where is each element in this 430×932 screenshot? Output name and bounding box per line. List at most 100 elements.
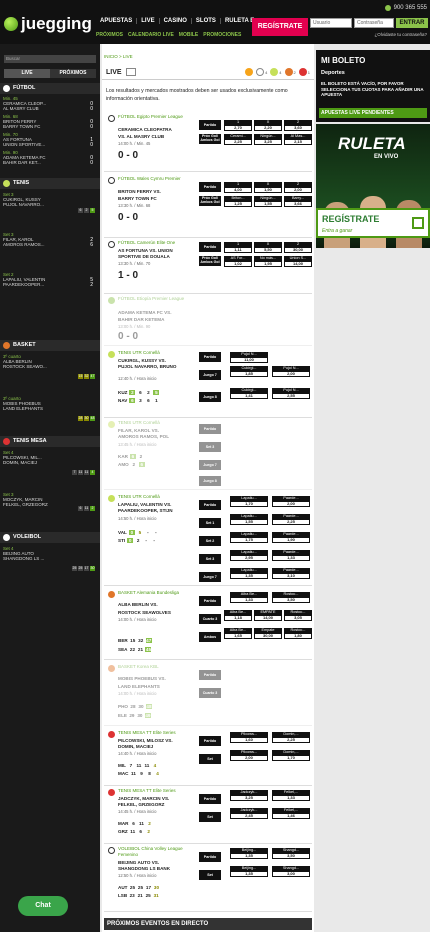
- event-card[interactable]: FÚTBOL Egipto Premier League CERAMICA CL…: [104, 114, 312, 172]
- odds-1[interactable]: 1 2,70: [224, 120, 252, 131]
- disclaimer: Los resultados y mercados mostrados debe…: [106, 88, 288, 102]
- event-card[interactable]: FÚTBOL Camerún Elite One AS FORTUNA VS. …: [104, 240, 312, 294]
- sidebar-section-tenis-mesa[interactable]: TENIS MESA: [0, 436, 100, 447]
- logo[interactable]: juegging: [4, 14, 92, 34]
- nav-casino[interactable]: CASINO: [160, 18, 192, 24]
- username-input[interactable]: Usuario: [310, 18, 352, 28]
- subnav-calendario[interactable]: CALENDARIO LIVE: [128, 32, 174, 38]
- score-row: MAC 11 9 8 4: [118, 771, 159, 776]
- ball-icon: [4, 17, 18, 31]
- score-row: AMO 2 6: [118, 462, 145, 467]
- sidebar-event[interactable]: Set 2 LAPALIU, VALENTIN PAARDEKOOPER... 5 2: [3, 272, 97, 296]
- score-row: VAL 0 5- -: [118, 530, 157, 535]
- page-title: LIVE: [106, 69, 122, 76]
- odds-cell[interactable]: Al Mas... 2,15: [284, 134, 312, 145]
- ping-pong-icon: [108, 731, 115, 738]
- football-icon: [108, 297, 115, 304]
- search-input[interactable]: Buscar: [4, 55, 96, 63]
- event-card[interactable]: TENIS UTR Cornellà FILAR, KAROL VS. AMOR…: [104, 420, 312, 490]
- score-row: KUZ 2 6 2 5: [118, 390, 160, 395]
- score-row: MAR 6 11 2: [118, 821, 151, 826]
- subnav-proximos[interactable]: PRÓXIMOS: [96, 32, 123, 38]
- bet-slip-tab[interactable]: Deportes: [321, 70, 345, 76]
- sidebar-section-voleibol[interactable]: VOLEIBOL: [0, 532, 100, 543]
- ping-pong-icon: [3, 438, 10, 445]
- sidebar-section-futbol[interactable]: FÚTBOL: [0, 83, 100, 94]
- sidebar-event[interactable]: Min. 68 BRITON FERRY BARRY TOWN FC 0 0: [3, 114, 97, 130]
- score-row: AUT 25 25 17 30: [118, 885, 160, 890]
- score-row: STI 0 2- -: [118, 538, 155, 543]
- sidebar-event[interactable]: Set 3 CUKIRGL, KUSSY PUJOL NAVARRO... 6 2 5: [3, 192, 97, 216]
- nav-slots[interactable]: SLOTS: [192, 18, 221, 24]
- nav-apuestas[interactable]: APUESTAS: [96, 18, 138, 24]
- table-tennis-filter-icon[interactable]: [298, 68, 307, 76]
- odds-cell[interactable]: Ningún... 3,25: [254, 134, 282, 145]
- score-row: PHO 28 30 48: [118, 704, 152, 709]
- sidebar-event[interactable]: Min. 45 CERAMICA CLEOP... AL MASRY CLUB 0 0: [3, 96, 97, 112]
- chat-button[interactable]: Chat: [18, 896, 68, 916]
- sidebar-event[interactable]: Set 4 BEIJING AUTO SHANGDONG LS ... 25 25 17 3…: [3, 546, 97, 576]
- subnav-mobile[interactable]: MOBILE: [179, 32, 198, 38]
- event-card[interactable]: TENIS MESA TT Elite Series JADCZYK, MARC…: [104, 788, 312, 844]
- score-row: LSB 23 21 25 31: [118, 893, 159, 898]
- football-filter-icon[interactable]: [256, 68, 265, 76]
- sidebar-event[interactable]: 3º cuarto ALBA BERLIN ROSTOCK SEAWO... 15 32…: [3, 354, 97, 380]
- score-row: KAR 6 2: [118, 454, 143, 459]
- live-content: INICIO > LIVE LIVE 4 4 2 1 Los resultado…: [102, 44, 314, 932]
- ping-pong-icon: [108, 789, 115, 796]
- login-button[interactable]: ENTRAR: [396, 18, 428, 28]
- bet-slip: MI BOLETO Deportes EL BOLETO ESTÁ VACÍO,…: [316, 50, 430, 122]
- star-icon[interactable]: [245, 68, 254, 76]
- event-card[interactable]: FÚTBOL Wales Cymru Premier BRITON FERRY …: [104, 176, 312, 238]
- tab-live[interactable]: LIVE: [4, 69, 50, 78]
- sidebar-event[interactable]: Min. 70 AS FORTUNA UNION SPORTIVE... 1 0: [3, 132, 97, 148]
- tennis-ball-icon: [108, 421, 115, 428]
- live-header: LIVE 4 4 2 1: [102, 66, 314, 80]
- pending-bets[interactable]: APUESTAS LIVE PENDIENTES: [319, 108, 427, 118]
- subnav-promociones[interactable]: PROMOCIONES: [203, 32, 241, 38]
- odds-x[interactable]: X 2,20: [254, 120, 282, 131]
- tennis-ball-icon: [108, 351, 115, 358]
- basketball-icon: [108, 591, 115, 598]
- breadcrumb[interactable]: INICIO > LIVE: [104, 54, 133, 59]
- forgot-password-link[interactable]: ¿Olvidaste tu contraseña?: [374, 32, 427, 37]
- event-card[interactable]: TENIS UTR Cornellà LAPALIU, VALENTIN VS.…: [104, 494, 312, 586]
- volleyball-icon: [3, 534, 10, 541]
- volleyball-icon: [108, 847, 115, 854]
- odds-cell[interactable]: Cerami... 2,25: [224, 134, 252, 145]
- event-card[interactable]: TENIS UTR Cornellà CUKIRGL, KUSSY VS. PU…: [104, 350, 312, 418]
- tv-icon[interactable]: [126, 68, 136, 76]
- sidebar-event[interactable]: Min. 90 ADAMA KETEMA FC BAHIR DAR KET... 0 0: [3, 150, 97, 166]
- football-icon: [108, 115, 115, 122]
- nav-live[interactable]: LIVE: [137, 18, 160, 24]
- basketball-icon: [108, 665, 115, 672]
- upcoming-header: PRÓXIMOS EVENTOS EN DIRECTO: [104, 918, 312, 930]
- event-card[interactable]: BASKET Korea KBL MOBIS PHOEBUS VS. LAND …: [104, 664, 312, 726]
- event-card[interactable]: FÚTBOL Etiopía Premier League ADAMA KETE…: [104, 296, 312, 346]
- sidebar-section-basket[interactable]: BASKET: [0, 340, 100, 351]
- event-card[interactable]: BASKET Alemania Bundesliga ALBA BERLIN V…: [104, 590, 312, 660]
- sidebar-event[interactable]: 3º cuarto MOBIS PHOEBUS LAND ELEPHANTS 28 30…: [3, 396, 97, 422]
- event-card[interactable]: VOLEIBOL China Volley League Femenino BE…: [104, 846, 312, 912]
- event-card[interactable]: TENIS MESA TT Elite Series PILCOWSKI, MI…: [104, 730, 312, 786]
- sidebar-event[interactable]: Set 4 PILCOWSKI, MIL... DOMIN, MACIEJ 7 11 11…: [3, 450, 97, 475]
- sidebar-event[interactable]: Set 3 MOCZYK, MARCIN FELKEL, GRZEGORZ 6 11 2: [3, 492, 97, 516]
- register-banner[interactable]: REGÍSTRATE Entra a ganar: [316, 208, 430, 238]
- tennis-filter-icon[interactable]: [270, 68, 279, 76]
- basket-filter-icon[interactable]: [284, 68, 293, 76]
- basketball-icon: [3, 342, 10, 349]
- score-row: ELE 29 30 49: [118, 713, 151, 718]
- sidebar: Buscar LIVE PRÓXIMOS FÚTBOL Min. 45 CERAM…: [0, 44, 100, 932]
- sport-filter: 4 4 2 1: [245, 68, 310, 76]
- tennis-ball-icon: [108, 495, 115, 502]
- register-button[interactable]: REGÍSTRATE: [252, 18, 308, 36]
- sidebar-section-tenis[interactable]: TENIS: [0, 178, 100, 189]
- sidebar-event[interactable]: Set 3 FILAR, KAROL AMOROS RAMOS... 2 6: [3, 232, 97, 256]
- sub-nav: PRÓXIMOS CALENDARIO LIVE MOBILE PROMOCIO…: [96, 32, 241, 38]
- main-nav: APUESTAS LIVE CASINO SLOTS RULETA E: [96, 18, 260, 24]
- score-row: NAV 6 3 6 1: [118, 398, 158, 403]
- football-icon: [108, 241, 115, 248]
- odds-2[interactable]: 2 3,60: [284, 120, 312, 131]
- tab-proximos[interactable]: PRÓXIMOS: [50, 69, 96, 78]
- password-input[interactable]: Contraseña: [354, 18, 394, 28]
